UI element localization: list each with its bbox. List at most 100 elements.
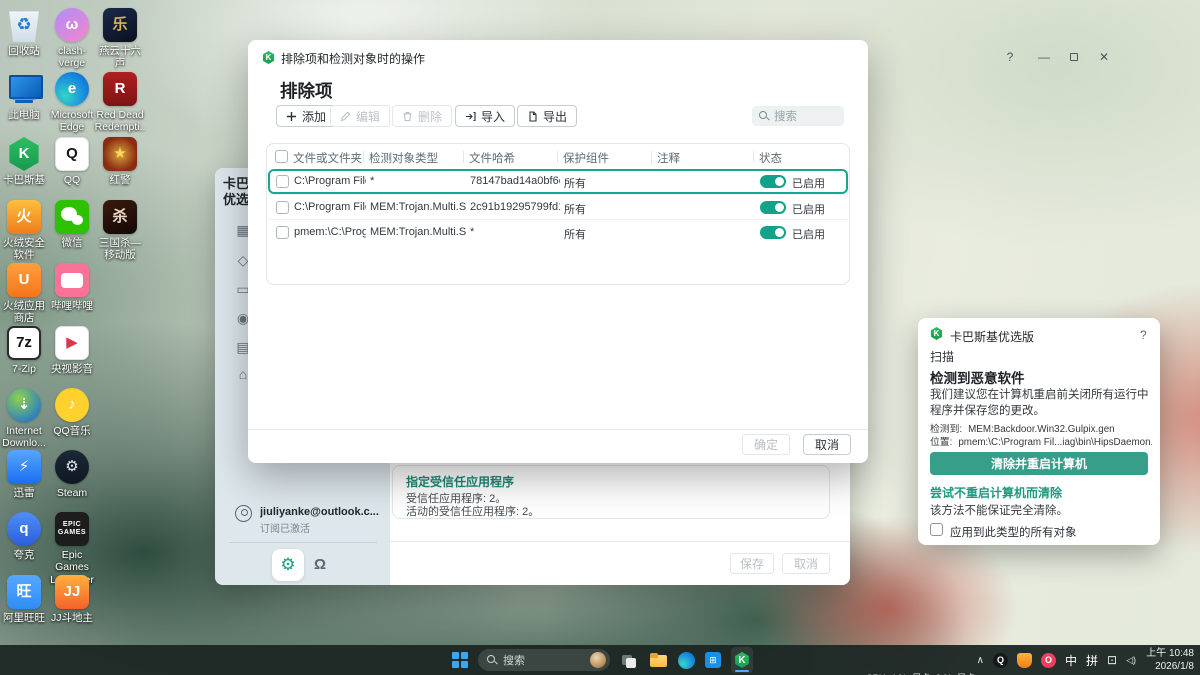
delete-button[interactable]: 删除: [392, 105, 453, 127]
desktop-icon-kaspersky[interactable]: K 卡巴斯基: [0, 137, 48, 186]
cell-type: MEM:Trojan.Multi.She...: [370, 201, 466, 213]
notification-tray-icon[interactable]: O: [1040, 652, 1056, 668]
desktop-icon-label: 此电脑: [8, 109, 40, 121]
taskbar-clock[interactable]: 上午 10:48 2026/1/8: [1138, 648, 1194, 673]
desktop-icon-red-alert[interactable]: ★ 红警: [96, 137, 144, 186]
disinfect-restart-button[interactable]: 清除并重启计算机: [930, 452, 1148, 475]
help-button[interactable]: ?: [1140, 328, 1147, 342]
cancel-button[interactable]: 取消: [782, 553, 830, 574]
cast-icon[interactable]: ⊡: [1107, 653, 1117, 667]
save-button[interactable]: 保存: [730, 553, 774, 574]
disinfect-without-restart-link[interactable]: 尝试不重启计算机而清除: [930, 484, 1062, 501]
kaspersky-taskbar-button[interactable]: K: [731, 647, 753, 673]
desktop-icon-recycle-bin[interactable]: ♻ 回收站: [0, 8, 48, 57]
window-close-button[interactable]: ✕: [1095, 48, 1113, 66]
desktop-icon-bilibili[interactable]: 哔哩哔哩: [48, 263, 96, 312]
desktop-icon-thunder[interactable]: ⚡ 迅雷: [0, 450, 48, 499]
row-checkbox[interactable]: [276, 175, 289, 188]
desktop-icon-cctv-video[interactable]: ▶ 央视影音: [48, 326, 96, 375]
file-explorer-button[interactable]: [649, 651, 668, 670]
apply-to-all-checkbox[interactable]: [930, 523, 943, 536]
cell-path: C:\Program Files\...: [294, 201, 366, 213]
desktop-icon-label: 三国杀—移动版: [99, 237, 141, 262]
exclusions-table: 文件或文件夹检测对象类型 文件哈希 保护组件 注释 状态 C:\Program File…: [266, 143, 850, 285]
qq-tray-icon[interactable]: Q: [992, 652, 1008, 668]
location-value: pmem:\C:\Program Fil...iag\bin\HipsDaemo…: [958, 437, 1152, 448]
add-button[interactable]: 添加: [276, 105, 337, 127]
window-maximize-button[interactable]: [1065, 48, 1083, 66]
table-row[interactable]: pmem:\C:\Progra... MEM:Trojan.Multi.She..…: [268, 219, 848, 244]
row-checkbox[interactable]: [276, 201, 289, 214]
trusted-apps-link[interactable]: 指定受信任应用程序: [406, 473, 514, 490]
desktop-icon-seven-zip[interactable]: 7z 7-Zip: [0, 326, 48, 375]
desktop-icon-sanguosha[interactable]: 杀三国杀—移动版: [96, 200, 144, 262]
search-placeholder: 搜索: [774, 111, 797, 123]
apply-to-all-label: 应用到此类型的所有对象: [950, 527, 1077, 539]
window-minimize-button[interactable]: —: [1035, 48, 1053, 66]
cell-component: 所有: [564, 178, 586, 190]
search-icon: [487, 655, 497, 665]
huorong-tray-icon[interactable]: [1016, 652, 1032, 668]
desktop-icon-microsoft-edge[interactable]: e Microsoft Edge: [48, 72, 96, 134]
desktop-icon-this-pc[interactable]: 此电脑: [0, 72, 48, 121]
desktop-icon-clash-verge[interactable]: ω clash-verge: [48, 8, 96, 70]
import-label: 导入: [481, 109, 506, 124]
desktop-icon-wechat[interactable]: 微信: [48, 200, 96, 249]
search-icon: [759, 111, 769, 121]
dialog-title: 排除项和检测对象时的操作: [281, 52, 426, 66]
table-row[interactable]: C:\Program Files\... MEM:Trojan.Multi.She…: [268, 194, 848, 219]
qq-music-icon: ♪: [55, 388, 89, 422]
desktop-icon-qq-music[interactable]: ♪ QQ音乐: [48, 388, 96, 437]
desktop-icon-idm[interactable]: ⇣ Internet Downlo...: [0, 388, 48, 450]
cancel-button[interactable]: 取消: [803, 434, 851, 455]
status-label: 已启用: [792, 229, 825, 241]
desktop-icon-aliwangwang[interactable]: 旺阿里旺旺: [0, 575, 48, 624]
desktop-icon-label: 迅雷: [13, 487, 35, 499]
edit-button[interactable]: 编辑: [330, 105, 391, 127]
search-input[interactable]: 搜索: [752, 106, 844, 126]
desktop-icon-label: 夸克: [13, 549, 35, 561]
edge-browser-button[interactable]: [678, 651, 695, 669]
status-toggle[interactable]: [760, 175, 786, 188]
huorong-store-icon: U: [7, 263, 41, 297]
delete-label: 删除: [418, 109, 443, 124]
task-view-button[interactable]: [620, 651, 639, 670]
desktop-icon-huorong-store[interactable]: U 火绒应用商店: [0, 263, 48, 325]
ime-language-indicator[interactable]: 中: [1065, 652, 1077, 669]
desktop-icon-label: 阿里旺旺: [3, 612, 45, 624]
page-title: 排除项: [280, 81, 333, 101]
support-headset-icon[interactable]: Ω: [314, 556, 326, 573]
epic-games-icon: EPIC GAMES: [55, 512, 89, 546]
hidden-icons-chevron[interactable]: ∧: [977, 655, 984, 666]
desktop-icon-huorong-security[interactable]: 火火绒安全软件: [0, 200, 48, 262]
row-checkbox[interactable]: [276, 226, 289, 239]
taskbar-search[interactable]: 搜索: [478, 649, 610, 671]
desktop-icon-quark[interactable]: q 夸克: [0, 512, 48, 561]
desktop-icon-label: 央视影音: [51, 363, 93, 375]
table-row[interactable]: C:\Program Files\... * 78147bad14a0bf6ce3.…: [268, 169, 848, 194]
column-header: 状态: [759, 153, 782, 165]
help-button[interactable]: ?: [1001, 48, 1019, 66]
volume-icon[interactable]: ◁): [1126, 655, 1136, 666]
ime-pinyin-indicator[interactable]: 拼: [1086, 652, 1098, 669]
pencil-icon: [340, 111, 351, 121]
status-toggle[interactable]: [760, 201, 786, 214]
import-button[interactable]: 导入: [455, 105, 516, 127]
desktop-icon-label: Microsoft Edge: [50, 109, 94, 134]
status-toggle[interactable]: [760, 226, 786, 239]
ok-button[interactable]: 确定: [742, 434, 790, 455]
plus-icon: [287, 111, 296, 121]
desktop-icon-qq[interactable]: Q QQ: [48, 137, 96, 186]
settings-button[interactable]: ⚙: [272, 549, 304, 581]
column-header: 注释: [657, 153, 680, 165]
export-button[interactable]: 导出: [517, 105, 578, 127]
desktop-icon-yanyun-game[interactable]: 乐燕云十六声: [96, 8, 144, 70]
microsoft-store-button[interactable]: ⊞: [705, 652, 721, 668]
desktop-icon-steam[interactable]: ⚙ Steam: [48, 450, 96, 499]
desktop-icon-red-dead-redemption[interactable]: RRed Dead Redempti...: [95, 72, 145, 146]
select-all-checkbox[interactable]: [275, 150, 288, 163]
sanguosha-icon: 杀: [103, 200, 137, 234]
idm-icon: ⇣: [7, 388, 41, 422]
start-button[interactable]: [452, 652, 468, 668]
desktop-icon-jj-doudizhu[interactable]: JJ JJ斗地主: [48, 575, 96, 624]
